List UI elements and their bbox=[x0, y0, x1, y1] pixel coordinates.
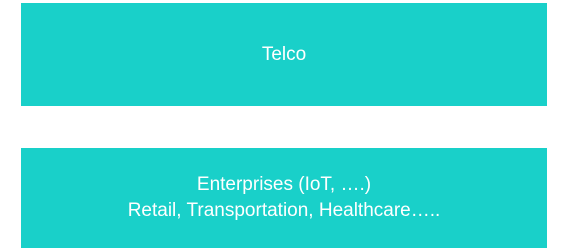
telco-label: Telco bbox=[261, 43, 307, 65]
enterprises-label: Enterprises (IoT, ….) bbox=[196, 174, 372, 195]
telco-block: Telco bbox=[21, 3, 547, 106]
enterprises-block: Enterprises (IoT, ….) Retail, Transporta… bbox=[21, 148, 547, 248]
industries-label: Retail, Transportation, Healthcare….. bbox=[127, 200, 441, 221]
